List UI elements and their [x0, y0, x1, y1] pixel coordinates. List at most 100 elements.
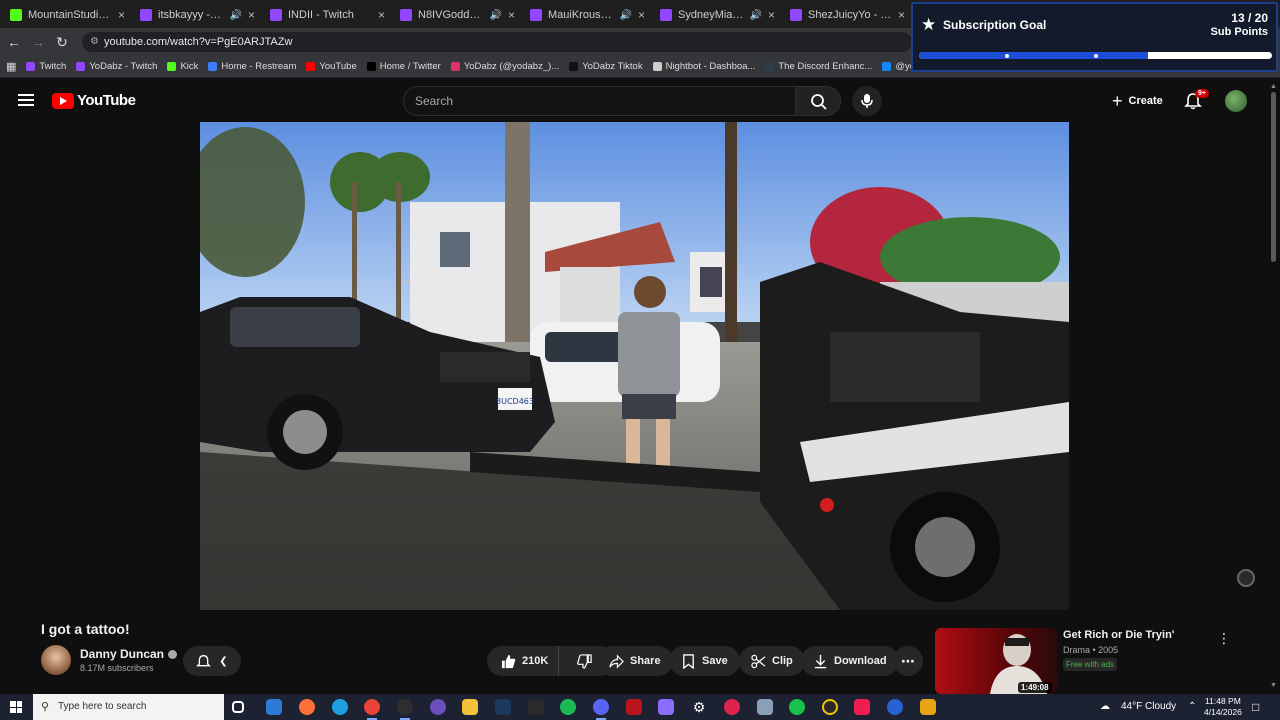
- task-view-icon[interactable]: [232, 701, 244, 713]
- obs-icon[interactable]: [397, 699, 413, 720]
- bookmark-label: Home - Restream: [221, 61, 297, 72]
- search-button[interactable]: [795, 86, 841, 116]
- epic-games-icon[interactable]: [528, 699, 544, 715]
- tab-close-icon[interactable]: ×: [118, 8, 128, 22]
- bookmark-item[interactable]: The Discord Enhanc...: [765, 61, 872, 72]
- apps-icon[interactable]: ▦: [6, 60, 16, 73]
- subscribed-notifications-button[interactable]: ❮: [183, 646, 241, 676]
- bookmark-label: YoDabz (@yodabz_)...: [463, 61, 560, 72]
- tab-close-icon[interactable]: ×: [508, 8, 518, 22]
- settings-gear-icon[interactable]: ⚙: [691, 699, 707, 715]
- tab-audio-icon[interactable]: 🔊: [230, 10, 242, 21]
- file-explorer-icon[interactable]: [462, 699, 478, 715]
- reload-icon[interactable]: ↻: [50, 34, 74, 51]
- more-vertical-icon[interactable]: ⋮: [1217, 630, 1231, 647]
- weather-icon[interactable]: ☁: [1100, 694, 1110, 720]
- download-button[interactable]: Download: [801, 646, 899, 676]
- forward-icon[interactable]: →: [26, 34, 50, 50]
- search-input[interactable]: Search: [403, 86, 796, 116]
- browser-tab[interactable]: MauiKrouse - Twitc 🔊 ×: [524, 2, 654, 28]
- tab-audio-icon[interactable]: 🔊: [620, 10, 632, 21]
- browser-tab[interactable]: INDII - Twitch ×: [264, 2, 394, 28]
- browser-tab[interactable]: ShezJuicyYo - Twitch ×: [784, 2, 914, 28]
- hamburger-menu-icon[interactable]: [18, 94, 34, 106]
- browser-tab[interactable]: itsbkayyy - Twitch 🔊 ×: [134, 2, 264, 28]
- tab-title: itsbkayyy - Twitch: [158, 9, 224, 21]
- video-player[interactable]: 8UCD463: [200, 122, 1069, 610]
- tab-close-icon[interactable]: ×: [638, 8, 648, 22]
- bookmark-item[interactable]: YoDabz (@yodabz_)...: [450, 61, 560, 72]
- account-avatar[interactable]: [1225, 90, 1247, 112]
- channel-avatar[interactable]: [41, 645, 71, 675]
- system-clock[interactable]: 11:48 PM 4/14/2026: [1204, 696, 1242, 718]
- app-icon[interactable]: [789, 699, 805, 715]
- download-icon: [814, 654, 827, 668]
- bookmark-item[interactable]: Home / Twitter: [366, 61, 441, 72]
- tab-close-icon[interactable]: ×: [248, 8, 258, 22]
- chrome-icon[interactable]: [364, 699, 380, 720]
- create-button[interactable]: + Create: [1104, 88, 1171, 114]
- app-icon[interactable]: [920, 699, 936, 715]
- firefox-icon[interactable]: [299, 699, 315, 715]
- ea-app-icon[interactable]: [887, 699, 903, 715]
- bookmark-item[interactable]: YoDabz Tiktok: [569, 61, 643, 72]
- tab-close-icon[interactable]: ×: [898, 8, 908, 22]
- youtube-logo[interactable]: YouTube: [52, 92, 136, 109]
- scrollbar-thumb[interactable]: [1271, 92, 1276, 262]
- tab-favicon-icon: [660, 9, 672, 21]
- tab-favicon-icon: [270, 9, 282, 21]
- like-button[interactable]: 210K: [487, 646, 560, 676]
- save-button[interactable]: Save: [669, 646, 740, 676]
- app-icon[interactable]: [757, 699, 773, 715]
- tab-favicon-icon: [10, 9, 22, 21]
- notification-center-icon[interactable]: □: [1252, 694, 1259, 720]
- clip-button[interactable]: Clip: [739, 646, 805, 676]
- site-info-icon[interactable]: ⚙: [90, 32, 99, 52]
- app-icon[interactable]: [658, 699, 674, 715]
- back-icon[interactable]: ←: [2, 34, 26, 50]
- share-icon: [609, 653, 624, 669]
- app-icon[interactable]: [626, 699, 642, 715]
- steam-icon[interactable]: [495, 699, 511, 715]
- browser-tab[interactable]: SydneyMiah - Twitc 🔊 ×: [654, 2, 784, 28]
- bell-icon: [196, 654, 212, 666]
- windows-start-icon[interactable]: [10, 701, 22, 713]
- scroll-down-arrow-icon[interactable]: ▼: [1270, 682, 1277, 689]
- bookmark-item[interactable]: Twitch: [26, 61, 66, 72]
- bookmark-item[interactable]: YouTube: [306, 61, 357, 72]
- more-actions-button[interactable]: ⋯: [893, 646, 923, 676]
- address-bar[interactable]: ⚙ youtube.com/watch?v=PgE0ARJTAZw: [82, 32, 912, 52]
- tab-audio-icon[interactable]: 🔊: [490, 10, 502, 21]
- app-icon[interactable]: [430, 699, 446, 715]
- taskbar-search-input[interactable]: ⚲ Type here to search: [33, 694, 224, 720]
- tab-close-icon[interactable]: ×: [378, 8, 388, 22]
- weather-text[interactable]: 44°F Cloudy: [1121, 694, 1176, 720]
- bookmark-item[interactable]: Kick: [167, 61, 198, 72]
- tab-close-icon[interactable]: ×: [768, 8, 778, 22]
- app-icon[interactable]: [822, 699, 838, 715]
- tab-title: ShezJuicyYo - Twitch: [808, 9, 892, 21]
- create-label: Create: [1128, 95, 1163, 107]
- channel-watermark-icon[interactable]: [1237, 569, 1255, 587]
- url-text: youtube.com/watch?v=PgE0ARJTAZw: [104, 36, 293, 48]
- share-button[interactable]: Share: [597, 646, 673, 676]
- app-icon[interactable]: [724, 699, 740, 715]
- spotify-icon[interactable]: [560, 699, 576, 715]
- channel-name-row[interactable]: Danny Duncan: [80, 647, 178, 661]
- voice-search-button[interactable]: [852, 86, 882, 116]
- subgoal-unit: Sub Points: [1210, 26, 1268, 38]
- browser-tab[interactable]: MountainStudios Strea ×: [4, 2, 134, 28]
- chevron-up-icon[interactable]: ⌃: [1188, 694, 1196, 720]
- tab-favicon-icon: [400, 9, 412, 21]
- copilot-icon[interactable]: [266, 699, 282, 715]
- bookmark-item[interactable]: YoDabz - Twitch: [76, 61, 157, 72]
- tiktok-icon[interactable]: [854, 699, 870, 715]
- bookmark-item[interactable]: Home - Restream: [208, 61, 296, 72]
- discord-icon[interactable]: [593, 699, 609, 720]
- recommended-title[interactable]: Get Rich or Die Tryin': [1063, 629, 1174, 641]
- tab-audio-icon[interactable]: 🔊: [750, 10, 762, 21]
- edge-icon[interactable]: [332, 699, 348, 715]
- scroll-up-arrow-icon[interactable]: ▲: [1270, 83, 1277, 90]
- browser-tab[interactable]: N8IVGoddess - Twit 🔊 ×: [394, 2, 524, 28]
- bookmark-item[interactable]: Nightbot - Dashboa...: [652, 61, 755, 72]
